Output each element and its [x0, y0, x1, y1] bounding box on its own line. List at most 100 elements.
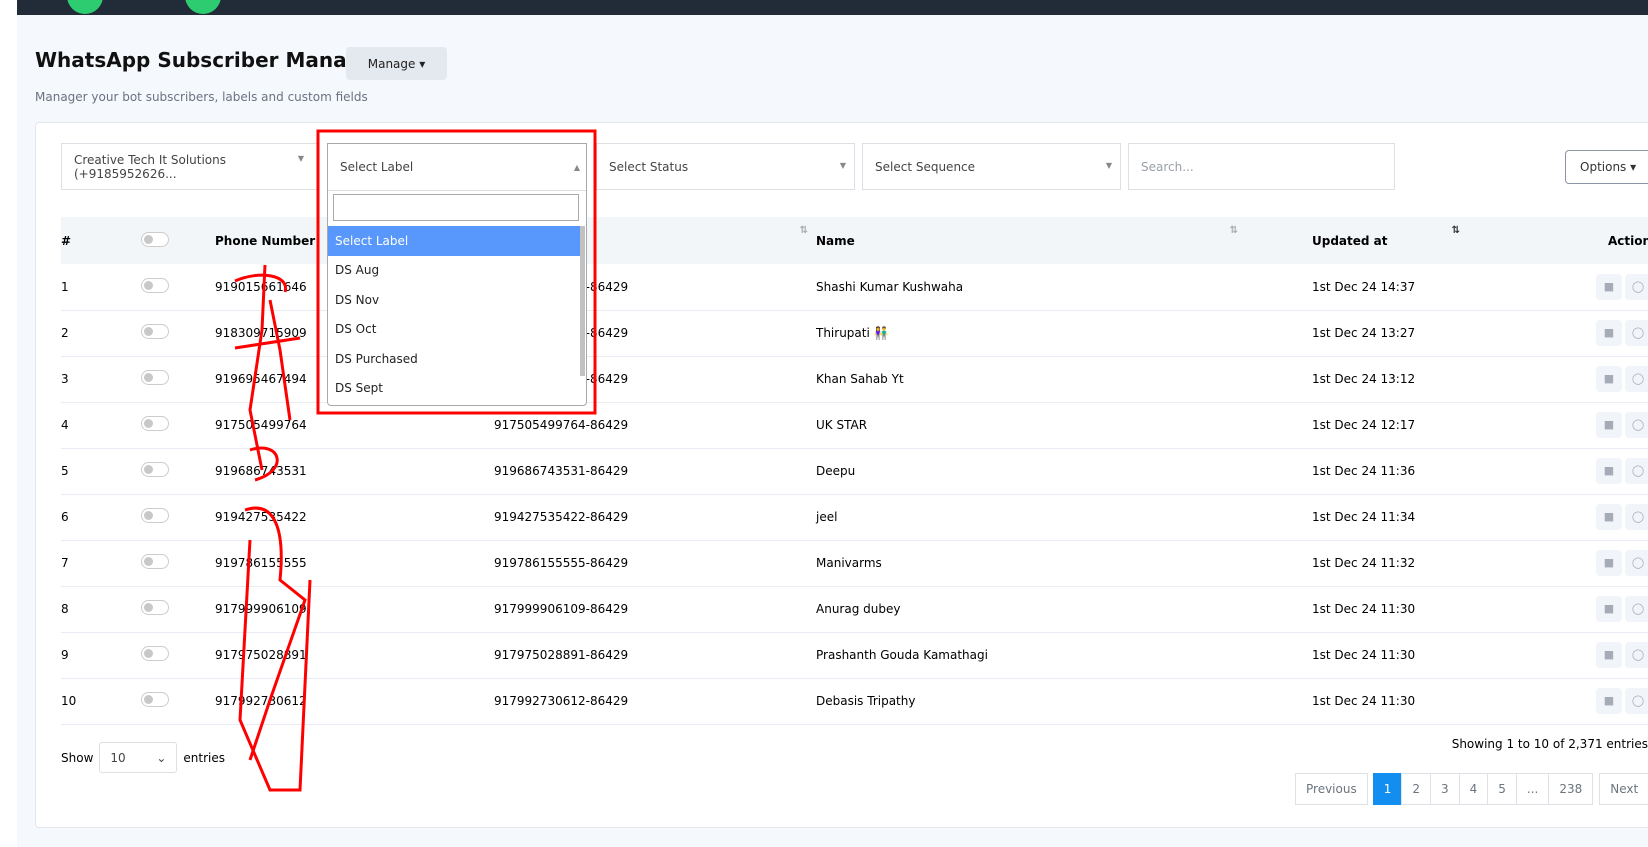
row-subscriber-id: 919786155555-86429 — [494, 540, 816, 587]
whatsapp-icon[interactable]: ◯ — [1625, 273, 1648, 300]
col-updated[interactable]: Updated at ⇅ — [1312, 217, 1538, 264]
row-toggle[interactable] — [141, 462, 169, 477]
page-2[interactable]: 2 — [1401, 773, 1431, 805]
label-select[interactable]: Select Label ▲ — [328, 144, 586, 191]
row-toggle[interactable] — [141, 692, 169, 707]
sort-desc-icon[interactable]: ⇅ — [1452, 225, 1460, 236]
page-next[interactable]: Next — [1599, 773, 1648, 805]
sequence-select[interactable]: Select Sequence ▼ — [862, 143, 1121, 190]
row-name: Khan Sahab Yt — [816, 356, 1312, 403]
page-1[interactable]: 1 — [1372, 773, 1403, 805]
briefcase-icon[interactable]: ■ — [1596, 320, 1622, 346]
whatsapp-icon[interactable]: ◯ — [1625, 550, 1648, 576]
row-subscriber-id: 917975028891-86429 — [494, 632, 816, 679]
whatsapp-icon[interactable]: ◯ — [1625, 320, 1648, 346]
col-actions: Actions — [1538, 217, 1648, 264]
row-actions: ■ ◯ — [1538, 632, 1648, 679]
page-238[interactable]: 238 — [1548, 773, 1594, 805]
row-updated: 1st Dec 24 12:17 — [1312, 402, 1538, 449]
whatsapp-icon[interactable]: ◯ — [1625, 412, 1648, 438]
sort-arrows-icon[interactable]: ⇅ — [1230, 225, 1238, 236]
page-previous[interactable]: Previous — [1295, 773, 1368, 805]
table-row: 7 919786155555 919786155555-86429 Maniva… — [61, 540, 1648, 587]
row-select — [141, 678, 215, 725]
row-name: Shashi Kumar Kushwaha — [816, 264, 1312, 311]
row-updated: 1st Dec 24 14:37 — [1312, 264, 1538, 311]
row-index: 9 — [61, 632, 141, 679]
row-toggle[interactable] — [141, 554, 169, 569]
row-select — [141, 586, 215, 633]
row-name: Manivarms — [816, 540, 1312, 587]
briefcase-icon[interactable]: ■ — [1596, 596, 1622, 622]
row-toggle[interactable] — [141, 646, 169, 661]
row-name: UK STAR — [816, 402, 1312, 449]
label-option[interactable]: DS Aug — [328, 256, 581, 286]
page-ellipsis: ... — [1515, 773, 1550, 805]
label-option[interactable]: DS Nov — [328, 285, 581, 315]
page-3[interactable]: 3 — [1430, 773, 1460, 805]
label-option[interactable]: DS Purchased — [328, 344, 581, 374]
briefcase-icon[interactable]: ■ — [1596, 550, 1622, 576]
status-select[interactable]: Select Status ▼ — [596, 143, 855, 190]
search-placeholder: Search... — [1141, 159, 1194, 174]
whatsapp-icon[interactable]: ◯ — [1625, 596, 1648, 622]
briefcase-icon[interactable]: ■ — [1596, 458, 1622, 484]
sort-arrows-icon[interactable]: ⇅ — [800, 225, 808, 236]
row-updated: 1st Dec 24 11:34 — [1312, 494, 1538, 541]
briefcase-icon[interactable]: ■ — [1596, 688, 1622, 714]
briefcase-icon[interactable]: ■ — [1596, 273, 1622, 300]
whatsapp-icon[interactable]: ◯ — [1625, 642, 1648, 668]
table-row: 8 917999906109 917999906109-86429 Anurag… — [61, 586, 1648, 633]
briefcase-icon[interactable]: ■ — [1596, 366, 1622, 392]
label-options-list: Select Label DS Aug DS Nov DS Oct DS Purchas… — [328, 226, 581, 403]
table-info: Showing 1 to 10 of 2,371 entries — [1451, 737, 1648, 751]
col-name[interactable]: Name ⇅ — [816, 217, 1312, 264]
page-4[interactable]: 4 — [1458, 773, 1489, 805]
scrollbar[interactable] — [580, 226, 585, 376]
options-button[interactable]: Options ▾ — [1565, 150, 1648, 184]
whatsapp-icon[interactable]: ◯ — [1625, 504, 1648, 530]
page-length-value: 10 — [110, 750, 126, 765]
briefcase-icon[interactable]: ■ — [1596, 504, 1622, 530]
caret-down-icon: ▼ — [297, 154, 304, 163]
row-toggle[interactable] — [141, 508, 169, 523]
whatsapp-icon[interactable]: ◯ — [1625, 458, 1648, 484]
account-select[interactable]: Creative Tech It Solutions (+9185952626.… — [61, 143, 319, 190]
label-select-open[interactable]: Select Label ▲ Select Label DS Aug DS Nov DS… — [327, 143, 587, 406]
manage-dropdown-button[interactable]: Manage ▾ — [346, 47, 447, 80]
row-toggle[interactable] — [141, 277, 169, 293]
row-index: 3 — [61, 356, 141, 403]
briefcase-icon[interactable]: ■ — [1596, 412, 1622, 438]
row-updated: 1st Dec 24 11:36 — [1312, 448, 1538, 495]
entries-length: Show 10 ⌄ entries — [61, 742, 225, 773]
search-input[interactable]: Search... — [1128, 143, 1395, 190]
row-select — [141, 310, 215, 357]
entries-label: entries — [183, 750, 225, 765]
row-toggle[interactable] — [141, 600, 169, 615]
row-select — [141, 356, 215, 403]
table-row: 3 919695467494 919695467494-86429 Khan S… — [61, 356, 1648, 403]
row-select — [141, 448, 215, 495]
nav-status-icon[interactable] — [185, 0, 221, 14]
briefcase-icon[interactable]: ■ — [1596, 642, 1622, 668]
row-name: Anurag dubey — [816, 586, 1312, 633]
label-search-input[interactable] — [333, 194, 579, 221]
page-length-select[interactable]: 10 ⌄ — [99, 742, 178, 773]
whatsapp-icon[interactable]: ◯ — [1625, 366, 1648, 392]
page-5[interactable]: 5 — [1487, 773, 1517, 805]
col-index: # — [61, 217, 141, 264]
select-all-toggle[interactable] — [141, 231, 169, 247]
row-select — [141, 632, 215, 679]
label-option[interactable]: DS Sept — [328, 374, 581, 404]
row-phone: 917992730612 — [215, 678, 494, 725]
table-row: 5 919686743531 919686743531-86429 Deepu … — [61, 448, 1648, 495]
row-toggle[interactable] — [141, 416, 169, 431]
nav-avatar-icon[interactable] — [67, 0, 103, 14]
whatsapp-icon[interactable]: ◯ — [1625, 688, 1648, 714]
table-header: # Phone Number ⇅ Name ⇅ Updated at ⇅ Actio… — [61, 217, 1648, 264]
row-toggle[interactable] — [141, 370, 169, 385]
label-option[interactable]: Select Label — [328, 226, 581, 256]
row-name: Debasis Tripathy — [816, 678, 1312, 725]
label-option[interactable]: DS Oct — [328, 315, 581, 345]
row-toggle[interactable] — [141, 324, 169, 339]
